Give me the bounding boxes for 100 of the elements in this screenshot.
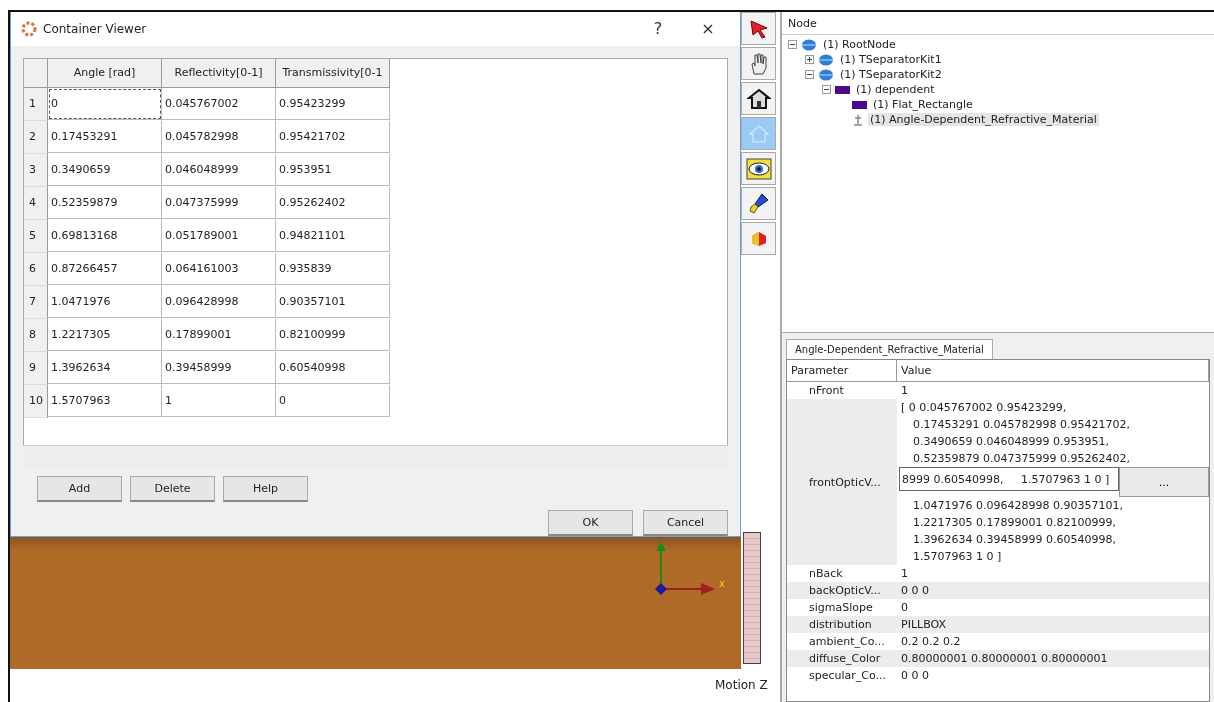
tree-node[interactable]: (1) Angle-Dependent_Refractive_Material [868,113,1099,126]
parameter-name: backOpticV... [808,583,882,599]
help-button[interactable]: ? [636,14,680,43]
rectangle-icon [852,100,867,109]
value-input-field[interactable]: 8999 0.60540998, 1.5707963 1 0 ] [899,467,1119,491]
value-line: 1.3962634 0.39458999 0.60540998, [912,532,1117,548]
table-cell[interactable]: 0 [48,87,162,120]
close-button[interactable]: × [686,14,730,43]
table-cell[interactable]: 0 [276,384,390,417]
table-cell[interactable]: 0.95423299 [276,87,390,120]
value-line: 0.17453291 0.045782998 0.95421702, [912,417,1131,433]
flashlight-icon [747,191,770,216]
ok-button[interactable]: OK [548,510,633,536]
sphere-icon [801,38,817,51]
expand-icon[interactable] [805,55,814,64]
table-cell[interactable]: 1.3962634 [48,351,162,384]
table-cell[interactable]: 0.95262402 [276,186,390,219]
parameter-name: nFront [808,383,845,399]
parameter-value: 0 [900,600,909,616]
action-button[interactable]: Delete [130,476,215,502]
table-cell[interactable]: 0.17899001 [162,318,276,351]
column-header[interactable]: Angle [rad] [48,58,162,88]
parameter-value: 1 [900,383,909,399]
table-cell[interactable]: 0.047375999 [162,186,276,219]
tool-button[interactable] [741,152,776,185]
axis-label: x [719,578,725,589]
row-number: 3 [24,153,48,187]
table-cell[interactable]: 0.90357101 [276,285,390,318]
pointer-icon [747,17,770,40]
tree-node[interactable]: (1) TSeparatorKit2 [838,68,944,81]
collapse-icon[interactable] [788,40,797,49]
parameter-name: sigmaSlope [808,600,874,616]
value-line: 0.3490659 0.046048999 0.953951, [912,434,1110,450]
cancel-button[interactable]: Cancel [643,510,728,536]
material-icon [852,113,864,126]
table-cell[interactable]: 0.82100999 [276,318,390,351]
value-line: 1.2217305 0.17899001 0.82100999, [912,515,1117,531]
table-cell[interactable]: 1.5707963 [48,384,162,417]
parameter-value: 0 0 0 [900,668,930,684]
row-number: 5 [24,219,48,253]
tool-button[interactable] [741,82,776,115]
row-number: 7 [24,285,48,319]
table-cell[interactable]: 0.39458999 [162,351,276,384]
tree-node[interactable]: (1) RootNode [821,38,898,51]
row-number: 9 [24,351,48,385]
tree-node[interactable]: (1) TSeparatorKit1 [838,53,944,66]
action-button[interactable]: Help [223,476,308,502]
table-cell[interactable]: 0.051789001 [162,219,276,252]
row-number: 10 [24,384,48,418]
parameter-name: frontOpticV... [808,474,882,491]
table-cell[interactable]: 0.52359879 [48,186,162,219]
table-cell[interactable]: 0.60540998 [276,351,390,384]
column-header[interactable]: Reflectivity[0-1] [162,58,276,88]
table-cell[interactable]: 0.3490659 [48,153,162,186]
window-title: Container Viewer [43,21,148,36]
column-header[interactable]: Transmissivity[0-1 [276,58,390,88]
table-cell[interactable]: 0.046048999 [162,153,276,186]
table-cell[interactable]: 0.87266457 [48,252,162,285]
row-number: 2 [24,120,48,154]
value-line: 1.5707963 1 0 ] [912,549,1003,565]
tool-button[interactable] [741,187,776,220]
table-cell[interactable]: 1.0471976 [48,285,162,318]
collapse-icon[interactable] [822,85,831,94]
cube-icon [749,229,768,248]
parameter-value: 0.80000001 0.80000001 0.80000001 [900,651,1109,667]
tree-node[interactable]: (1) dependent [854,83,937,96]
column-header: Node [782,12,1214,35]
row-number: 1 [24,87,48,121]
table-cell[interactable]: 0.064161003 [162,252,276,285]
table-cell[interactable]: 0.94821101 [276,219,390,252]
sphere-icon [818,53,834,66]
parameter-name: diffuse_Color [808,651,882,667]
parameter-name: distribution [808,617,873,633]
table-cell[interactable]: 0.953951 [276,153,390,186]
table-cell[interactable]: 0.69813168 [48,219,162,252]
gear-icon [21,20,37,37]
tree-node[interactable]: (1) Flat_Rectangle [871,98,975,111]
parameter-value: PILLBOX [900,617,947,633]
table-cell[interactable]: 0.95421702 [276,120,390,153]
value-line: 1.0471976 0.096428998 0.90357101, [912,498,1124,514]
table-cell[interactable]: 0.045782998 [162,120,276,153]
thumbwheel[interactable] [743,532,761,664]
table-cell[interactable]: 0.17453291 [48,120,162,153]
tool-button[interactable] [741,12,776,45]
properties-tab[interactable]: Angle-Dependent_Refractive_Material [786,339,993,359]
action-button[interactable]: Add [37,476,122,502]
parameter-value: 0 0 0 [900,583,930,599]
parameter-name: ambient_Co... [808,634,886,650]
table-cell[interactable]: 0.935839 [276,252,390,285]
table-corner [24,58,48,88]
house-icon [746,87,771,110]
table-cell[interactable]: 0.045767002 [162,87,276,120]
browse-button[interactable]: ... [1119,467,1209,497]
table-cell[interactable]: 0.096428998 [162,285,276,318]
value-line: 0.52359879 0.047375999 0.95262402, [912,451,1131,467]
collapse-icon[interactable] [805,70,814,79]
table-cell[interactable]: 1.2217305 [48,318,162,351]
rectangle-icon [835,85,850,94]
row-number: 6 [24,252,48,286]
table-cell[interactable]: 1 [162,384,276,417]
